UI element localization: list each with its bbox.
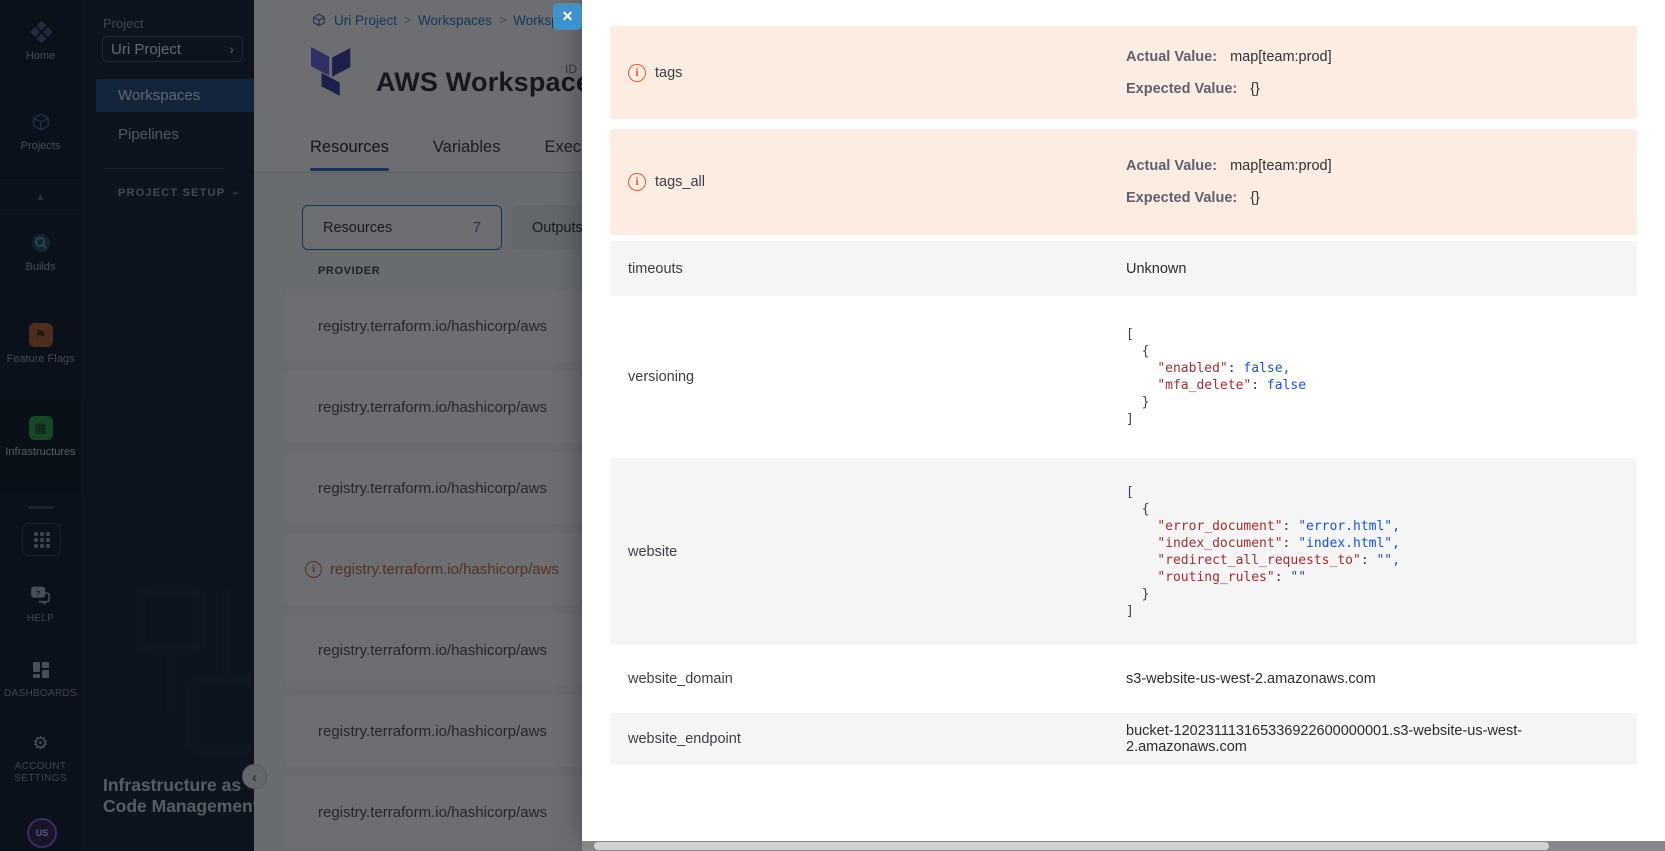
- actual-value: map[team:prod]: [1230, 156, 1332, 176]
- attribute-row-website-domain: website_domain s3-website-us-west-2.amaz…: [610, 645, 1637, 713]
- code-line: }: [1126, 394, 1306, 411]
- drift-warning-icon: i: [628, 173, 646, 191]
- horizontal-scrollbar-thumb[interactable]: [594, 842, 1549, 850]
- attribute-row-versioning: versioning [ { "enabled": false, "mfa_de…: [610, 296, 1637, 458]
- attribute-value: Unknown: [1126, 261, 1186, 277]
- code-line: "index_document": "index.html",: [1126, 535, 1400, 552]
- attribute-name: website_endpoint: [628, 731, 741, 747]
- code-line: ]: [1126, 603, 1400, 620]
- json-code-block: [ { "error_document": "error.html", "ind…: [1126, 484, 1400, 620]
- attribute-row-tags: i tags Actual Value: map[team:prod] Expe…: [610, 26, 1637, 119]
- horizontal-scrollbar-track[interactable]: [582, 841, 1665, 851]
- attribute-value: s3-website-us-west-2.amazonaws.com: [1126, 671, 1376, 687]
- actual-value: map[team:prod]: [1230, 47, 1332, 67]
- expected-value-label: Expected Value:: [1126, 188, 1237, 208]
- attribute-value: bucket-120231113165336922600000001.s3-we…: [1126, 723, 1637, 755]
- attribute-row-tags-all: i tags_all Actual Value: map[team:prod] …: [610, 129, 1637, 235]
- resource-details-drawer: i tags Actual Value: map[team:prod] Expe…: [582, 0, 1665, 841]
- code-line: {: [1126, 343, 1306, 360]
- expected-value: {}: [1250, 79, 1260, 99]
- code-line: "redirect_all_requests_to": "",: [1126, 552, 1400, 569]
- attribute-row-website-endpoint: website_endpoint bucket-1202311131653369…: [610, 713, 1637, 765]
- code-line: }: [1126, 586, 1400, 603]
- drawer-close-button[interactable]: ✕: [553, 3, 582, 30]
- actual-value-label: Actual Value:: [1126, 156, 1217, 176]
- expected-value-label: Expected Value:: [1126, 79, 1237, 99]
- code-line: [: [1126, 484, 1400, 501]
- attribute-name: tags: [655, 65, 682, 81]
- code-line: ]: [1126, 411, 1306, 428]
- code-line: "enabled": false,: [1126, 360, 1306, 377]
- drift-warning-icon: i: [628, 64, 646, 82]
- attribute-row-timeouts: timeouts Unknown: [610, 241, 1637, 296]
- attribute-name: website: [628, 544, 677, 560]
- app-window: Home Projects ▲ Builds ⚑ Feature Flags: [0, 0, 1665, 851]
- code-line: [: [1126, 326, 1306, 343]
- code-line: "mfa_delete": false: [1126, 377, 1306, 394]
- code-line: {: [1126, 501, 1400, 518]
- attribute-name: timeouts: [628, 261, 683, 277]
- attribute-row-website: website [ { "error_document": "error.htm…: [610, 458, 1637, 645]
- code-line: "routing_rules": "": [1126, 569, 1400, 586]
- attribute-name: website_domain: [628, 671, 733, 687]
- expected-value: {}: [1250, 188, 1260, 208]
- actual-value-label: Actual Value:: [1126, 47, 1217, 67]
- attribute-name: tags_all: [655, 174, 705, 190]
- attribute-name: versioning: [628, 369, 694, 385]
- json-code-block: [ { "enabled": false, "mfa_delete": fals…: [1126, 326, 1306, 428]
- code-line: "error_document": "error.html",: [1126, 518, 1400, 535]
